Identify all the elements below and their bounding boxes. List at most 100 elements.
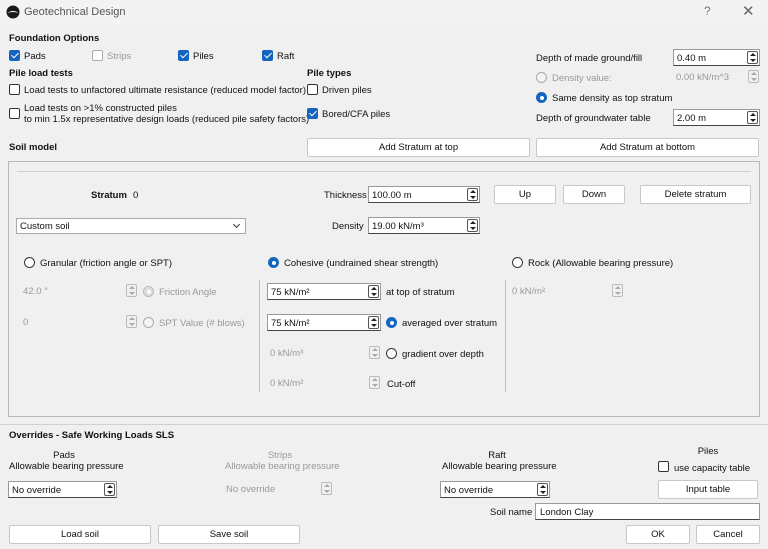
raft-override-value: No override [444,485,494,496]
made-ground-spinbox[interactable]: 0.40 m [673,49,760,66]
spin-arrows-icon[interactable] [612,284,623,297]
pads-override-spinbox[interactable]: No override [8,481,117,498]
spin-arrows-icon[interactable] [321,482,332,495]
raft-override-subtitle: Allowable bearing pressure [442,461,557,472]
cohesive-avg-spinbox[interactable]: 75 kN/m² [267,314,381,331]
soil-name-input[interactable]: London Clay [535,503,760,520]
load-test-representative-label-2: to min 1.5x representative design loads … [24,114,310,125]
density-value-radio[interactable] [536,72,547,83]
groundwater-spinbox[interactable]: 2.00 m [673,109,760,126]
use-capacity-table-checkbox[interactable] [658,461,669,472]
spt-radio[interactable] [143,317,154,328]
pile-load-tests-heading: Pile load tests [9,68,73,79]
cohesive-cutoff-spinbox[interactable]: 0 kN/m² [267,375,381,392]
stratum-index: 0 [133,190,139,201]
cohesive-gradient-value: 0 kN/m³ [270,348,304,359]
pads-override-title: Pads [53,450,75,461]
soil-name-label: Soil name [490,507,533,518]
app-logo-icon [6,5,20,19]
gradient-radio[interactable] [386,348,397,359]
granular-label: Granular (friction angle or SPT) [40,258,172,269]
groundwater-value: 2.00 m [677,113,707,124]
cohesive-top-value: 75 kN/m² [271,287,310,298]
load-test-ultimate-label: Load tests to unfactored ultimate resist… [24,85,306,96]
load-test-ultimate-checkbox[interactable] [9,84,20,95]
overrides-heading: Overrides - Safe Working Loads SLS [9,430,175,441]
pads-label: Pads [24,51,46,62]
spin-arrows-icon[interactable] [368,285,379,298]
spin-arrows-icon[interactable] [747,51,758,64]
add-stratum-bottom-button[interactable]: Add Stratum at bottom [536,138,759,157]
cohesive-top-label: at top of stratum [386,287,455,298]
driven-piles-label: Driven piles [322,85,372,96]
cohesive-radio[interactable] [268,257,279,268]
load-test-representative-checkbox[interactable] [9,108,20,119]
cohesive-gradient-spinbox[interactable]: 0 kN/m³ [267,345,381,362]
ok-button[interactable]: OK [626,525,690,544]
cancel-button[interactable]: Cancel [696,525,760,544]
spin-arrows-icon[interactable] [748,70,759,83]
pile-types-heading: Pile types [307,68,352,79]
geotechnical-design-dialog: Geotechnical Design ? ✕ Foundation Optio… [0,0,768,549]
help-button[interactable]: ? [704,4,711,18]
save-soil-button[interactable]: Save soil [158,525,300,544]
friction-angle-label: Friction Angle [159,287,217,298]
spin-arrows-icon[interactable] [104,483,115,496]
add-stratum-top-button[interactable]: Add Stratum at top [307,138,530,157]
down-button[interactable]: Down [563,185,625,204]
same-density-label: Same density as top stratum [552,93,673,104]
rock-spinbox[interactable]: 0 kN/m² [509,283,624,300]
spt-spinbox[interactable]: 0 [20,314,138,331]
density-value-spinbox[interactable]: 0.00 kN/m^3 [673,69,760,86]
bored-piles-label: Bored/CFA piles [322,109,391,120]
stratum-divider [17,171,751,172]
soil-type-select[interactable]: Custom soil [16,218,246,234]
density-spinbox[interactable]: 19.00 kN/m³ [368,217,480,234]
piles-override-title: Piles [697,446,719,457]
spin-arrows-icon[interactable] [368,316,379,329]
cohesive-top-spinbox[interactable]: 75 kN/m² [267,283,381,300]
spin-arrows-icon[interactable] [467,188,478,201]
granular-radio[interactable] [24,257,35,268]
gradient-label: gradient over depth [402,349,484,360]
title-bar: Geotechnical Design ? ✕ [0,0,768,24]
density-value-value: 0.00 kN/m^3 [676,72,730,83]
raft-override-spinbox[interactable]: No override [440,481,550,498]
spin-arrows-icon[interactable] [369,346,380,359]
chevron-down-icon [232,220,241,229]
strips-checkbox[interactable] [92,50,103,61]
spin-arrows-icon[interactable] [369,376,380,389]
bored-piles-checkbox[interactable] [307,108,318,119]
spin-arrows-icon[interactable] [467,219,478,232]
friction-angle-radio[interactable] [143,286,154,297]
strips-label: Strips [107,51,132,62]
raft-checkbox[interactable] [262,50,273,61]
averaged-label: averaged over stratum [402,318,498,329]
load-soil-button[interactable]: Load soil [9,525,151,544]
spt-label: SPT Value (# blows) [159,318,245,329]
driven-piles-checkbox[interactable] [307,84,318,95]
stratum-label: Stratum [91,190,127,201]
soil-type-value: Custom soil [20,221,70,232]
thickness-spinbox[interactable]: 100.00 m [368,186,480,203]
delete-stratum-button[interactable]: Delete stratum [640,185,751,204]
up-button[interactable]: Up [494,185,556,204]
friction-angle-spinbox[interactable]: 42.0 ° [20,283,138,300]
rock-radio[interactable] [512,257,523,268]
close-button[interactable]: ✕ [742,2,755,20]
averaged-radio[interactable] [386,317,397,328]
groundwater-label: Depth of groundwater table [536,113,651,124]
spin-arrows-icon[interactable] [126,315,137,328]
cohesive-avg-value: 75 kN/m² [271,318,310,329]
cohesive-label: Cohesive (undrained shear strength) [284,258,439,269]
cutoff-label: Cut-off [387,379,416,390]
spin-arrows-icon[interactable] [126,284,137,297]
spin-arrows-icon[interactable] [747,111,758,124]
spin-arrows-icon[interactable] [537,483,548,496]
input-table-button[interactable]: Input table [658,480,758,499]
same-density-radio[interactable] [536,92,547,103]
piles-checkbox[interactable] [178,50,189,61]
soil-model-heading: Soil model [9,142,58,153]
strips-override-spinbox[interactable]: No override [223,481,333,498]
pads-checkbox[interactable] [9,50,20,61]
